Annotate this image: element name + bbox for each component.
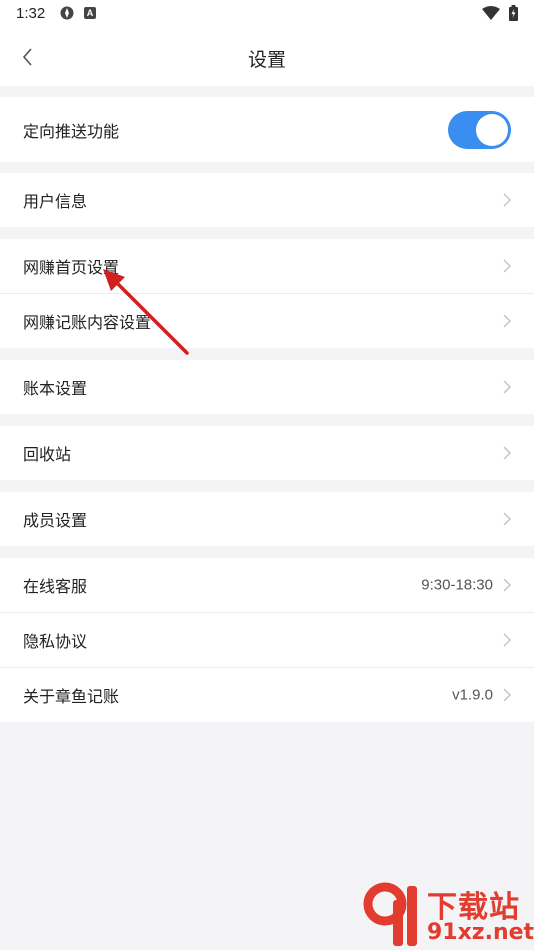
status-bar: 1:32 A [0,0,534,28]
watermark: 下载站 91xz.net [363,880,534,950]
chevron-right-icon [503,314,512,328]
wifi-icon [482,6,500,20]
navigation-bar: 设置 [0,28,534,86]
settings-group-push: 定向推送功能 [0,97,534,162]
watermark-domain: 91xz.net [427,920,534,945]
app-notification-icon [60,6,74,20]
row-ledger-settings[interactable]: 账本设置 [0,360,534,414]
settings-group-wangzhuan: 网赚首页设置 网赚记账内容设置 [0,239,534,348]
row-user-info[interactable]: 用户信息 [0,173,534,227]
settings-group-about: 在线客服 9:30-18:30 隐私协议 关于章鱼记账 v1.9.0 [0,558,534,722]
app-version-value: v1.9.0 [452,686,493,704]
status-time: 1:32 [16,5,46,22]
chevron-right-icon [503,688,512,702]
page-title: 设置 [247,50,286,71]
chevron-right-icon [503,446,512,460]
row-label: 网赚首页设置 [23,260,120,277]
targeted-push-toggle[interactable] [448,110,511,149]
row-targeted-push: 定向推送功能 [0,97,534,162]
row-about-app[interactable]: 关于章鱼记账 v1.9.0 [0,668,534,722]
settings-group-recycle: 回收站 [0,426,534,480]
row-online-support[interactable]: 在线客服 9:30-18:30 [0,558,534,613]
chevron-right-icon [503,259,512,273]
row-label: 用户信息 [23,194,88,211]
row-label: 网赚记账内容设置 [23,315,152,332]
row-label: 成员设置 [23,513,88,530]
row-label: 定向推送功能 [23,123,120,141]
chevron-right-icon [503,380,512,394]
row-wangzhuan-home-settings[interactable]: 网赚首页设置 [0,239,534,294]
settings-group-ledger: 账本设置 [0,360,534,414]
support-hours-value: 9:30-18:30 [421,576,493,594]
row-privacy-policy[interactable]: 隐私协议 [0,613,534,668]
chevron-right-icon [503,193,512,207]
settings-group-user: 用户信息 [0,173,534,227]
row-member-settings[interactable]: 成员设置 [0,492,534,546]
chevron-right-icon [503,578,512,592]
row-wangzhuan-content-settings[interactable]: 网赚记账内容设置 [0,294,534,348]
accessibility-notification-icon: A [84,7,96,19]
row-label: 回收站 [23,447,72,464]
row-label: 账本设置 [23,381,88,398]
watermark-logo-icon [363,882,417,946]
toggle-knob [476,113,508,146]
battery-icon [509,5,518,21]
settings-group-members: 成员设置 [0,492,534,546]
chevron-right-icon [503,512,512,526]
row-label: 隐私协议 [23,634,88,651]
row-label: 关于章鱼记账 [23,689,120,706]
row-label: 在线客服 [23,579,88,596]
chevron-right-icon [503,633,512,647]
row-recycle-bin[interactable]: 回收站 [0,426,534,480]
